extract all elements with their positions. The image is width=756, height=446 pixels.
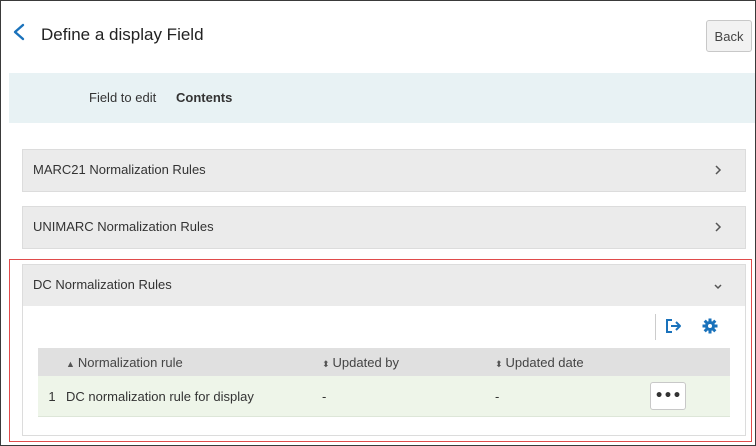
chevron-right-icon <box>715 222 722 232</box>
actions-column-header <box>650 348 730 376</box>
unimarc-section[interactable]: UNIMARC Normalization Rules <box>22 206 746 249</box>
actions-cell: ••• <box>650 376 730 417</box>
unimarc-section-header[interactable]: UNIMARC Normalization Rules <box>23 207 745 248</box>
dc-section-header[interactable]: DC Normalization Rules <box>23 265 745 306</box>
rule-name-cell: DC normalization rule for display <box>66 376 322 417</box>
field-to-edit-bar: Field to edit Contents <box>9 73 755 123</box>
section-title: MARC21 Normalization Rules <box>33 162 206 177</box>
sort-icon: ⬍ <box>495 358 503 369</box>
row-index: 1 <box>38 376 66 417</box>
section-title: UNIMARC Normalization Rules <box>33 219 214 234</box>
table-row: 1 DC normalization rule for display - - … <box>38 376 730 417</box>
index-column-header <box>38 348 66 376</box>
table-header-row: ▲ Normalization rule ⬍ Updated by ⬍ Updated… <box>38 348 730 376</box>
column-header-updated-date[interactable]: ⬍ Updated date <box>495 348 650 376</box>
row-actions-button[interactable]: ••• <box>650 382 686 410</box>
section-title: DC Normalization Rules <box>33 277 172 292</box>
chevron-down-icon <box>714 284 722 290</box>
field-to-edit-value: Contents <box>176 90 233 105</box>
updated-date-cell: - <box>495 376 650 417</box>
back-button[interactable]: Back <box>706 20 752 52</box>
export-icon[interactable] <box>664 317 682 335</box>
marc21-section[interactable]: MARC21 Normalization Rules <box>22 149 746 192</box>
settings-gear-icon[interactable] <box>702 318 718 334</box>
column-header-normalization-rule[interactable]: ▲ Normalization rule <box>66 348 322 376</box>
back-chevron-icon[interactable] <box>11 23 27 41</box>
marc21-section-header[interactable]: MARC21 Normalization Rules <box>23 150 745 191</box>
page-title: Define a display Field <box>41 25 204 44</box>
page-header: Define a display Field <box>1 1 755 57</box>
column-header-updated-by[interactable]: ⬍ Updated by <box>322 348 495 376</box>
field-to-edit-label: Field to edit <box>89 90 157 105</box>
updated-by-cell: - <box>322 376 495 417</box>
sort-ascending-icon: ▲ <box>66 358 75 369</box>
normalization-rules-table: ▲ Normalization rule ⬍ Updated by ⬍ Updated… <box>38 348 730 417</box>
chevron-right-icon <box>715 165 722 175</box>
toolbar-divider <box>655 314 656 340</box>
sort-icon: ⬍ <box>322 358 330 369</box>
